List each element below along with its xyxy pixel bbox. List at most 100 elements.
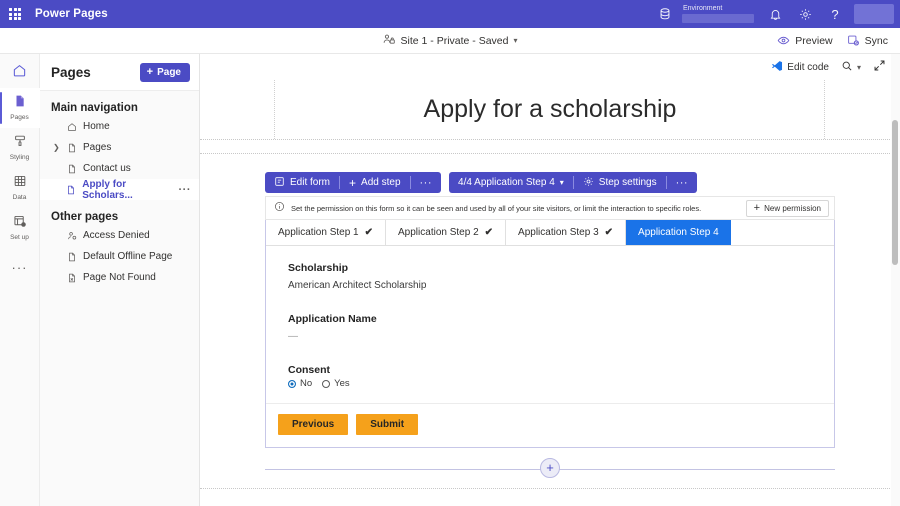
step-tab-4[interactable]: Application Step 4 [626,220,731,245]
environment-value-redacted [682,14,754,23]
site-status-chip[interactable]: Site 1 - Private - Saved ▾ [383,33,518,49]
setup-gear-icon [13,214,27,233]
page-icon [13,94,27,113]
page-item-pages-label: Pages [83,142,111,153]
page-item-pages[interactable]: ❯ Pages [40,137,199,158]
edit-code-button[interactable]: Edit code [771,60,829,75]
page-item-home-label: Home [83,121,110,132]
chevron-down-icon[interactable]: ▾ [560,178,564,187]
sidebar-item-styling[interactable]: Styling [0,128,40,168]
form-section: Edit form + Add step ··· 4/4 Application… [200,154,900,489]
radio-unselected-icon[interactable] [322,380,330,388]
step-tab-3[interactable]: Application Step 3 ✔ [506,220,626,245]
page-item-home[interactable]: Home [40,116,199,137]
sidebar-item-pages-label: Pages [10,114,28,122]
page-header-section: Apply for a scholarship [200,80,900,140]
permission-notice-bar: Set the permission on this form so it ca… [265,196,835,220]
add-step-button[interactable]: + Add step [340,172,410,193]
waffle-menu-button[interactable] [0,0,30,28]
waffle-grid-icon [9,8,21,20]
field-application-name-label: Application Name [288,313,834,325]
canvas-scrollbar[interactable] [891,54,900,506]
step-selector-button[interactable]: 4/4 Application Step 4 ▾ [449,172,573,193]
sync-button[interactable]: Sync [847,34,888,47]
chevron-down-icon[interactable]: ▾ [513,36,517,45]
page-item-page-not-found[interactable]: Page Not Found [40,267,199,288]
sidebar-item-data-label: Data [13,194,27,202]
page-item-contact-us[interactable]: Contact us [40,158,199,179]
question-mark-icon[interactable]: ? [820,0,850,28]
page-item-apply-for-scholarship[interactable]: Apply for Scholars... ··· [40,179,199,200]
file-icon [66,185,76,195]
sidebar-overflow-button[interactable]: ··· [0,248,40,288]
step-toolbar-overflow-button[interactable]: ··· [667,172,698,193]
consent-radio-no[interactable]: No [288,378,312,389]
site-status-text: Site 1 - Private - Saved [401,35,509,47]
form-body: Scholarship American Architect Scholarsh… [266,246,834,403]
field-scholarship-label: Scholarship [288,262,834,274]
page-item-overflow-button[interactable]: ··· [179,184,192,196]
vscode-icon [771,60,783,75]
page-item-access-denied[interactable]: Access Denied [40,225,199,246]
form-toolbar-group-step: 4/4 Application Step 4 ▾ Step s [449,172,697,193]
environment-icon[interactable] [650,0,680,28]
multistep-form-card: Application Step 1 ✔ Application Step 2 … [265,220,835,448]
previous-button[interactable]: Previous [278,414,348,435]
magnifier-icon [841,60,853,75]
field-consent-label: Consent [288,364,834,376]
page-item-access-denied-label: Access Denied [83,230,150,241]
step-tab-2[interactable]: Application Step 2 ✔ [386,220,506,245]
page-item-default-offline-page[interactable]: Default Offline Page [40,246,199,267]
add-section-control: + [265,458,835,480]
sync-label: Sync [865,35,888,47]
bell-icon[interactable] [760,0,790,28]
consent-radio-yes[interactable]: Yes [322,378,350,389]
plus-icon: + [754,204,760,212]
form-footer-actions: Previous Submit [266,403,834,447]
canvas-scrollbar-thumb[interactable] [892,120,898,265]
submit-button[interactable]: Submit [356,414,418,435]
file-icon [66,164,77,174]
add-page-button[interactable]: + Page [140,63,190,82]
form-toolbar-overflow-button[interactable]: ··· [411,172,442,193]
field-scholarship: Scholarship American Architect Scholarsh… [288,262,834,291]
page-item-default-offline-page-label: Default Offline Page [83,251,172,262]
add-section-button[interactable]: + [540,458,560,478]
edit-code-label: Edit code [787,62,829,73]
sync-icon [847,34,860,47]
person-denied-icon [66,231,77,241]
sidebar-item-pages[interactable]: Pages [0,88,40,128]
home-icon [12,63,27,83]
form-icon [274,176,285,190]
field-application-name: Application Name — [288,313,834,342]
sidebar-item-home[interactable] [0,58,40,88]
radio-selected-icon[interactable] [288,380,296,388]
pages-panel: Pages + Page Main navigation Home ❯ Page… [40,54,200,506]
step-tab-1[interactable]: Application Step 1 ✔ [266,220,386,245]
edit-form-button[interactable]: Edit form [265,172,339,193]
file-icon [66,252,77,262]
sidebar-item-set-up[interactable]: Set up [0,208,40,248]
page-heading: Apply for a scholarship [424,95,677,124]
zoom-control[interactable]: ▾ [841,60,861,75]
step-tab-2-label: Application Step 2 [398,227,479,238]
new-permission-label: New permission [764,204,821,213]
gear-icon[interactable] [790,0,820,28]
consent-radio-yes-label: Yes [334,378,350,389]
consent-radio-no-label: No [300,378,312,389]
step-settings-label: Step settings [599,177,657,188]
left-rail: Pages Styling Data Set up ··· [0,54,40,506]
new-permission-button[interactable]: + New permission [746,200,829,217]
preview-button[interactable]: Preview [777,34,832,47]
edit-form-label: Edit form [290,177,330,188]
section-divider [200,140,900,154]
plus-icon: + [349,178,356,188]
environment-selector[interactable]: Environment [682,0,754,28]
chevron-down-icon[interactable]: ▾ [857,63,861,72]
expand-button[interactable] [873,59,886,75]
permission-notice-text: Set the permission on this form so it ca… [291,204,701,213]
avatar[interactable] [854,4,894,24]
step-settings-button[interactable]: Step settings [574,172,666,193]
chevron-right-icon[interactable]: ❯ [53,143,60,152]
sidebar-item-data[interactable]: Data [0,168,40,208]
